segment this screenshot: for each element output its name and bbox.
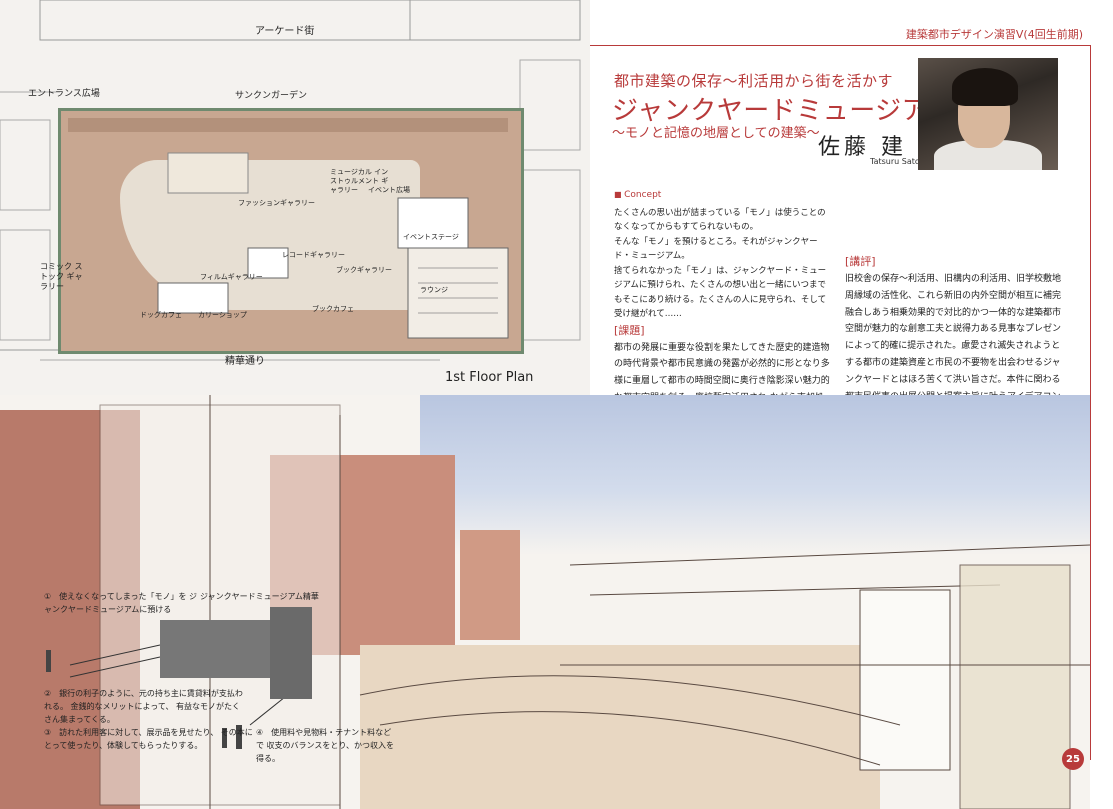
author-name-en: Tatsuru Sato [870, 157, 920, 166]
concept-heading: Concept [614, 187, 832, 204]
room-film: フィルムギャラリー [200, 273, 263, 281]
room-book: ブックギャラリー [336, 266, 392, 274]
room-stage: イベントステージ [403, 233, 459, 241]
street-label: 精華通り [225, 356, 265, 367]
room-curry: カリーショップ [198, 311, 247, 319]
room-dogcafe: ドッグカフェ [140, 311, 182, 319]
diagram-label: ジャンクヤードミュージアム精華 [200, 592, 319, 601]
room-fashion: ファッションギャラリー [238, 199, 315, 207]
diagram-note-1: ① 使えなくなってしまった「モノ」を ジャンクヤードミュージアムに預ける [44, 592, 197, 614]
floor-plan: アーケード街 エントランス広場 サンクンガーデン コミック ストック ギャラリー… [0, 0, 590, 395]
diagram-note-2: ② 銀行の利子のように、元の持ち主に賃貸料が支払われる。 金銭的なメリットによっ… [44, 689, 243, 724]
kadai-heading: [課題] [614, 323, 645, 337]
concept-p1: たくさんの思い出が詰まっている「モノ」は使うことのなくなってからもすてられないも… [614, 207, 826, 233]
room-music: ミュージカル インストゥルメント ギャラリー [330, 168, 389, 194]
plan-details [68, 118, 509, 339]
header-rule [590, 45, 1090, 46]
perspective-sketch: ジャンクヤードミュージアム精華 ① 使えなくなってしまった「モノ」を ジャンクヤ… [0, 395, 1090, 809]
title-kicker: 都市建築の保存～利活用から街を活かす [614, 72, 894, 90]
diagram-box-side [270, 607, 312, 699]
page-number: 25 [1062, 748, 1084, 770]
arcade-label: アーケード街 [255, 26, 315, 37]
diagram-note-4: ④ 使用料や見物料・テナント料などで 収支のバランスをとり、かつ収入を得る。 [256, 728, 395, 763]
author-photo [918, 58, 1058, 170]
room-lounge: ラウンジ [420, 286, 448, 294]
right-rule [1090, 45, 1091, 760]
diagram-box [160, 620, 270, 678]
concept-p2: そんな「モノ」を預けるところ。それがジャンクヤード・ミュージアム。 [614, 236, 818, 262]
room-record: レコードギャラリー [282, 251, 345, 259]
course-title: 建築都市デザイン演習Ⅴ(4回生前期) [905, 28, 1083, 41]
sunken-label: サンクンガーデン [235, 91, 308, 101]
room-bookcafe: ブックカフェ [312, 305, 354, 313]
entrance-label: エントランス広場 [28, 89, 100, 99]
diagram-note-3: ③ 訪れた利用客に対して、展示品を見せたり、 その本にとって使ったり、体験しても… [44, 728, 253, 750]
plan-caption: 1st Floor Plan [445, 370, 534, 385]
room-comic: コミック ストック ギャラリー [40, 262, 83, 291]
concept-p3: 捨てられなかった「モノ」は、ジャンクヤード・ミュージアムに預けられ、たくさんの想… [614, 265, 827, 320]
kohyo-heading: [講評] [845, 255, 876, 268]
title-subtitle: ～モノと記憶の地層としての建築～ [612, 126, 820, 141]
